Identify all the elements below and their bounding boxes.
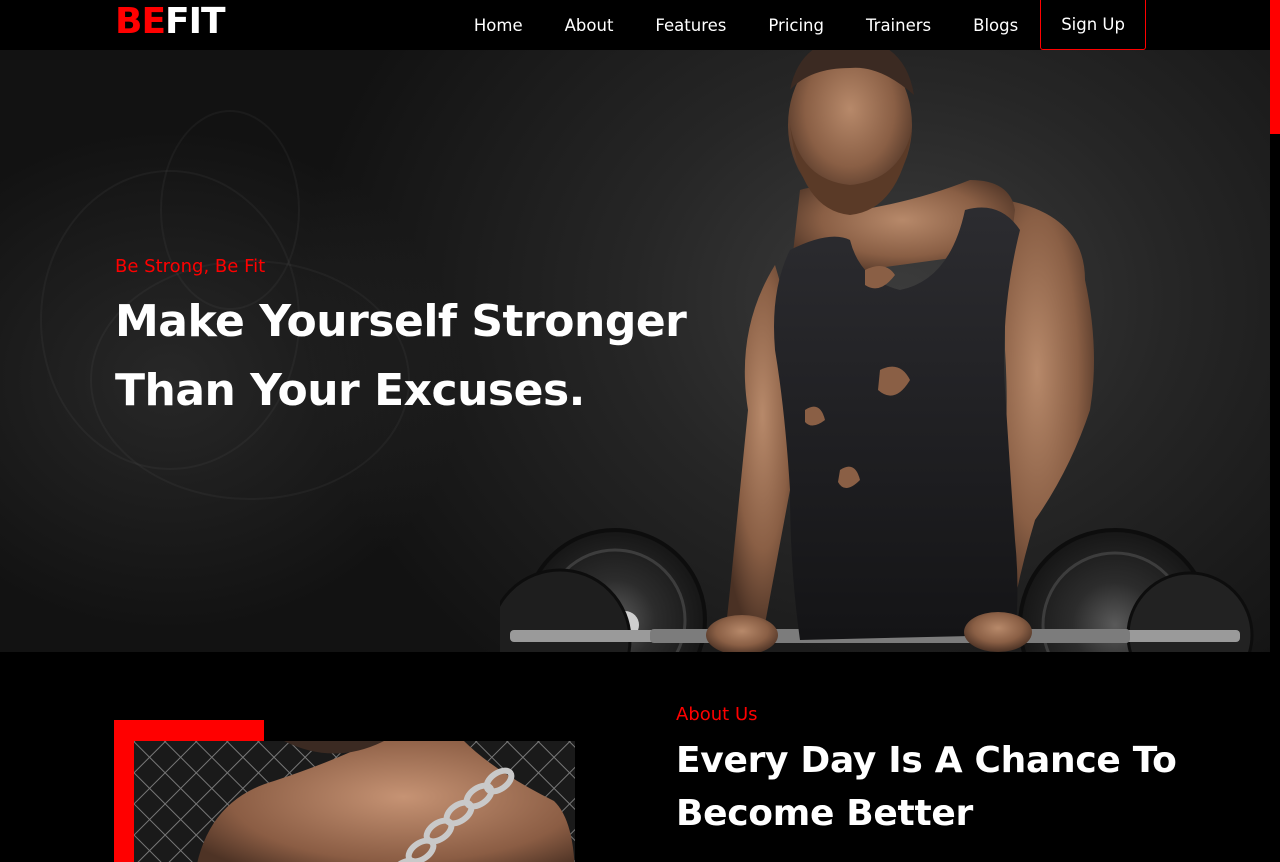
about-image [134, 741, 575, 862]
signup-button[interactable]: Sign Up [1040, 0, 1146, 50]
hero-headline-line2: Than Your Excuses. [115, 365, 585, 416]
hero-text-block: Be Strong, Be Fit Make Yourself Stronger… [115, 256, 687, 425]
nav-link-blogs[interactable]: Blogs [952, 0, 1039, 50]
hero-headline-line1: Make Yourself Stronger [115, 296, 687, 347]
nav-link-trainers[interactable]: Trainers [845, 0, 952, 50]
main-nav: Home About Features Pricing Trainers Blo… [453, 0, 1146, 50]
about-heading-line2: Become Better [676, 793, 973, 834]
about-label: About Us [676, 704, 758, 725]
scrollbar-thumb[interactable] [1270, 0, 1280, 134]
page-scrollbar[interactable] [1270, 0, 1280, 862]
about-section: About Us Every Day Is A Chance To Become… [0, 652, 1270, 862]
nav-link-about[interactable]: About [544, 0, 635, 50]
nav-link-pricing[interactable]: Pricing [747, 0, 845, 50]
brand-logo-part-be: BE [115, 1, 166, 42]
hero-tagline: Be Strong, Be Fit [115, 256, 266, 277]
nav-link-features[interactable]: Features [634, 0, 747, 50]
hero-headline: Make Yourself Stronger Than Your Excuses… [115, 287, 687, 425]
brand-logo[interactable]: BEFIT [115, 1, 226, 42]
hero-section: Be Strong, Be Fit Make Yourself Stronger… [0, 50, 1270, 652]
navbar: BEFIT Home About Features Pricing Traine… [0, 0, 1270, 50]
about-heading-line1: Every Day Is A Chance To [676, 740, 1177, 781]
nav-link-home[interactable]: Home [453, 0, 544, 50]
about-heading: Every Day Is A Chance To Become Better [676, 734, 1177, 840]
brand-logo-part-fit: FIT [165, 1, 226, 42]
